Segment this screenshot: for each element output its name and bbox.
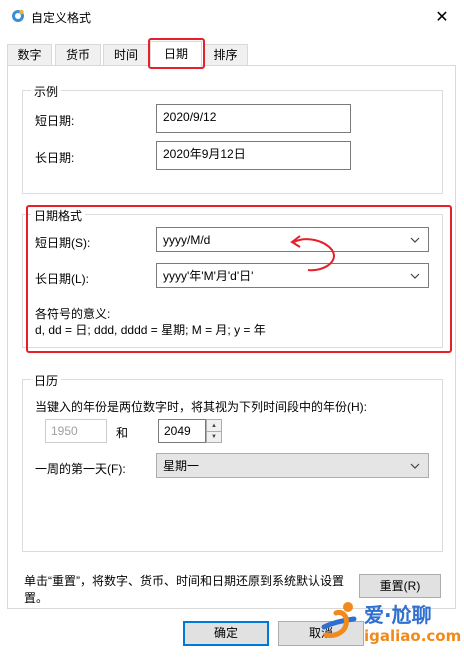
watermark-brand: 爱·尬聊	[364, 603, 432, 627]
symbol-legend-title: 各符号的意义:	[35, 307, 111, 321]
long-date-value: yyyy'年'M'月'd'日'	[163, 269, 254, 283]
year-to-input[interactable]: 2049	[158, 419, 206, 443]
chevron-down-icon	[410, 273, 420, 279]
date-format-group-title: 日期格式	[31, 207, 86, 224]
tab-label: 时间	[113, 48, 138, 62]
chevron-down-icon	[410, 463, 420, 469]
close-icon: ✕	[435, 8, 449, 26]
spin-up-icon[interactable]: ▲	[207, 420, 221, 431]
short-date-label: 短日期(S):	[35, 236, 91, 250]
brand-logo-icon	[321, 602, 357, 638]
tab-time[interactable]: 时间	[103, 44, 149, 66]
first-day-value: 星期一	[163, 459, 200, 473]
tab-label: 数字	[17, 48, 42, 62]
tab-currency[interactable]: 货币	[55, 44, 101, 66]
chevron-down-icon	[410, 237, 420, 243]
example-short-label: 短日期:	[35, 114, 75, 128]
tab-date[interactable]: 日期	[150, 41, 202, 67]
year-from-input: 1950	[45, 419, 107, 443]
tab-label: 排序	[213, 48, 238, 62]
first-day-label: 一周的第一天(F):	[35, 462, 126, 476]
two-digit-year-text: 当键入的年份是两位数字时，将其视为下列时间段中的年份(H):	[35, 400, 367, 414]
example-long-value: 2020年9月12日	[156, 141, 351, 170]
example-short-value: 2020/9/12	[156, 104, 351, 133]
example-long-label: 长日期:	[35, 151, 75, 165]
reset-note-line1: 单击“重置”，将数字、货币、时间和日期还原到系统默认设置	[24, 574, 344, 588]
ok-button[interactable]: 确定	[183, 621, 269, 646]
first-day-combo[interactable]: 星期一	[156, 453, 429, 478]
reset-note-line2: 置。	[24, 591, 49, 605]
tab-label: 货币	[65, 48, 90, 62]
app-icon	[12, 9, 24, 22]
swap-arrow-icon	[290, 235, 335, 272]
window-title: 自定义格式	[31, 11, 92, 25]
tab-label: 日期	[163, 47, 188, 61]
title-bar: 自定义格式 ✕	[0, 0, 464, 33]
watermark: 爱·尬聊 igaliao.com	[318, 595, 464, 655]
examples-group-title: 示例	[31, 83, 62, 100]
long-date-label: 长日期(L):	[35, 272, 90, 286]
symbol-legend-text: d, dd = 日; ddd, dddd = 星期; M = 月; y = 年	[35, 323, 266, 337]
tab-sort[interactable]: 排序	[203, 44, 248, 66]
calendar-group-title: 日历	[31, 372, 62, 389]
year-to-spinner[interactable]: ▲ ▼	[206, 419, 222, 443]
close-button[interactable]: ✕	[420, 0, 464, 33]
and-label: 和	[116, 426, 129, 440]
spin-down-icon[interactable]: ▼	[207, 431, 221, 442]
short-date-value: yyyy/M/d	[163, 233, 211, 247]
watermark-url: igaliao.com	[364, 627, 462, 645]
tab-number[interactable]: 数字	[7, 44, 52, 66]
